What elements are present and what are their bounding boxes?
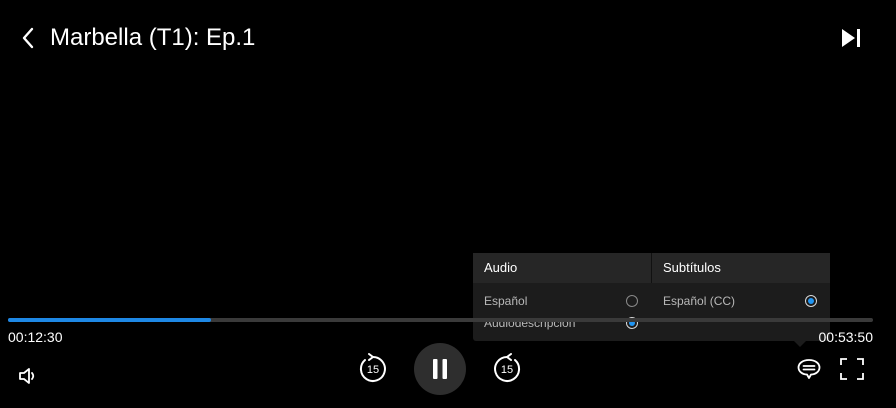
audio-option-espanol[interactable]: Español [473,291,651,311]
subtitles-heading: Subtítulos [652,253,830,283]
radio-unselected[interactable] [626,295,638,307]
subtitles-button[interactable] [794,356,824,382]
audio-heading: Audio [473,253,651,283]
volume-button[interactable] [14,363,44,389]
subtitles-icon [797,359,821,379]
progress-fill [8,318,212,322]
rewind-seconds-label: 15 [366,364,380,376]
pause-icon [433,359,447,379]
rewind-15-button[interactable]: 15 [356,352,390,386]
video-title: Marbella (T1): Ep.1 [50,24,256,51]
skip-next-icon [842,29,860,47]
volume-icon [19,368,35,384]
next-episode-button[interactable] [836,24,866,52]
play-pause-button[interactable] [414,343,466,395]
back-button[interactable] [14,24,42,52]
subtitles-section: Subtítulos Español (CC) [652,253,830,341]
fullscreen-icon [840,358,864,380]
radio-selected[interactable] [805,295,817,307]
chevron-left-icon [22,27,34,49]
progress-bar[interactable] [8,318,873,322]
audio-section: Audio Español Audiodescripción [473,253,651,341]
subtitle-option-espanol-cc[interactable]: Español (CC) [652,291,830,311]
remaining-time: 00:53:50 [818,329,874,345]
fullscreen-button[interactable] [838,356,866,382]
audio-subtitles-menu: Audio Español Audiodescripción Subtítulo… [473,253,830,341]
audio-option-audiodescripcion[interactable]: Audiodescripción [473,313,651,333]
option-label: Español [484,294,528,308]
popover-caret [794,341,806,347]
option-label: Español (CC) [663,294,736,308]
elapsed-time: 00:12:30 [8,329,63,345]
forward-seconds-label: 15 [500,364,514,376]
forward-15-button[interactable]: 15 [490,352,524,386]
